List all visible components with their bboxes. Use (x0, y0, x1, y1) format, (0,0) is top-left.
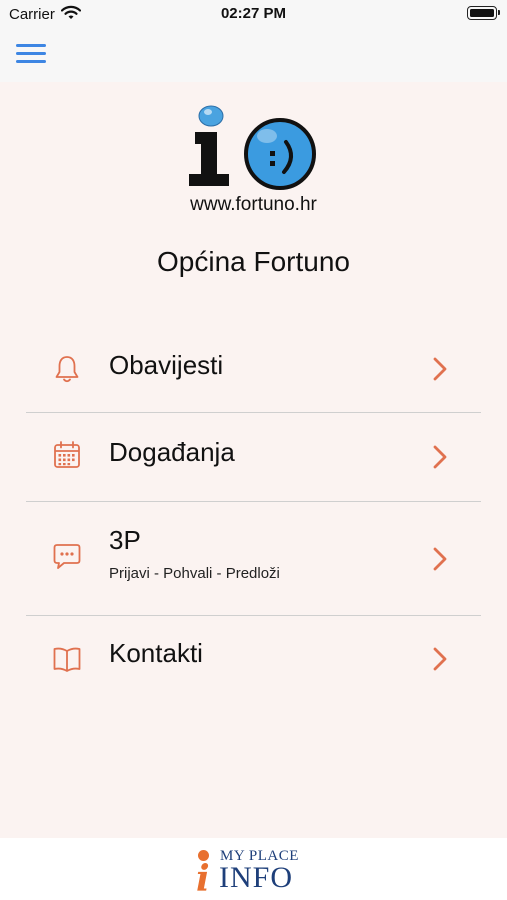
chevron-right-icon (433, 357, 447, 381)
status-time: 02:27 PM (220, 5, 287, 22)
menu-item-3p[interactable]: 3P Prijavi - Pohvali - Predloži (0, 502, 507, 615)
menu-item-label: Događanja (109, 437, 235, 467)
site-url: www.fortuno.hr (190, 194, 317, 215)
fortuno-logo (189, 105, 316, 190)
chat-bubble-icon (53, 544, 81, 569)
page-title: Općina Fortuno (157, 246, 350, 277)
brand-i: i (196, 858, 210, 900)
menu-item-label: Obavijesti (109, 350, 224, 380)
nav-bar (0, 28, 507, 82)
battery-icon (467, 6, 500, 20)
chevron-right-icon (433, 647, 447, 671)
hamburger-line (16, 52, 46, 55)
main-content: www.fortuno.hr Općina Fortuno Obavijesti… (0, 82, 507, 838)
bell-icon (55, 356, 79, 383)
menu-item-subtitle: Prijavi - Pohvali - Predloži (109, 565, 280, 582)
chevron-right-icon (433, 547, 447, 571)
hamburger-menu-button[interactable] (16, 44, 46, 64)
menu-item-kontakti[interactable]: Kontakti (0, 616, 507, 704)
menu-item-dogadanja[interactable]: Događanja (0, 413, 507, 501)
hamburger-line (16, 44, 46, 47)
brand-bottom-text: INFO (219, 861, 294, 894)
myplace-info-logo: i MY PLACE INFO (192, 846, 316, 900)
footer: i MY PLACE INFO (0, 838, 507, 900)
menu-item-label: Kontakti (109, 638, 203, 668)
calendar-icon (54, 441, 80, 468)
book-icon (53, 647, 81, 672)
chevron-right-icon (433, 445, 447, 469)
hamburger-line (16, 60, 46, 63)
status-bar: Carrier 02:27 PM (0, 0, 507, 28)
menu-item-label: 3P (109, 525, 141, 555)
menu-item-obavijesti[interactable]: Obavijesti (0, 332, 507, 412)
